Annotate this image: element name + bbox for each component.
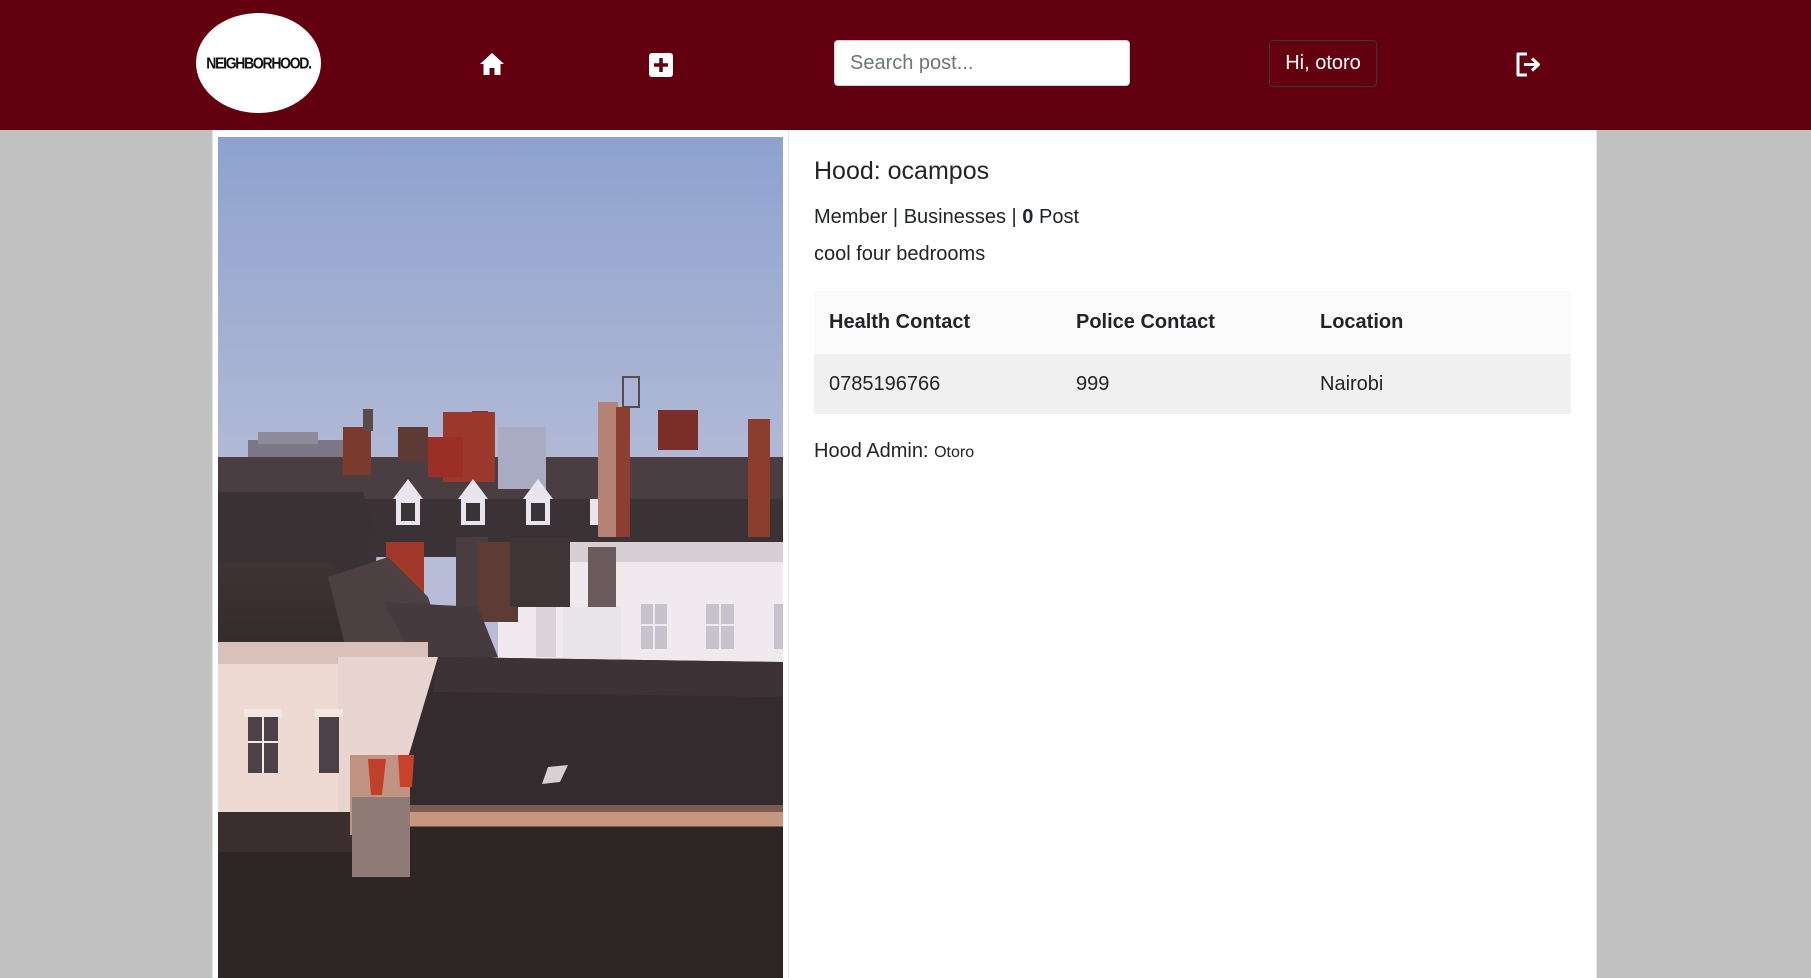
- user-greeting-button[interactable]: Hi, otoro: [1269, 40, 1377, 87]
- hood-description: cool four bedrooms: [814, 243, 986, 265]
- health-contact-cell: 0785196766: [814, 354, 1061, 414]
- hood-stats: Member | Businesses | 0 Post: [814, 202, 1571, 232]
- hood-admin: Hood Admin: Otoro: [814, 436, 1571, 468]
- post-count: 0: [1022, 206, 1034, 228]
- column-header-location: Location: [1305, 291, 1571, 354]
- plus-square-icon[interactable]: [649, 53, 673, 77]
- contacts-table: Health Contact Police Contact Location 0…: [814, 291, 1571, 414]
- location-cell: Nairobi: [1305, 354, 1571, 414]
- separator: |: [892, 206, 899, 228]
- hood-title: Hood: ocampos: [814, 157, 990, 185]
- separator: |: [1011, 206, 1017, 228]
- police-contact-cell: 999: [1061, 354, 1305, 414]
- post-label: Post: [1038, 206, 1080, 228]
- column-header-health: Health Contact: [814, 291, 1061, 354]
- members-label: Member: [814, 206, 888, 228]
- navbar: NEIGHBORHOOD. Hi, otoro: [0, 0, 1811, 130]
- column-divider: [788, 130, 789, 978]
- logo[interactable]: NEIGHBORHOOD.: [196, 13, 321, 113]
- table-row: 0785196766 999 Nairobi: [814, 354, 1571, 414]
- admin-label: Hood Admin:: [814, 440, 929, 462]
- hood-photo: [218, 137, 783, 978]
- column-header-police: Police Contact: [1061, 291, 1305, 354]
- table-header-row: Health Contact Police Contact Location: [814, 291, 1571, 354]
- hood-info: Hood: ocampos Member | Businesses | 0 Po…: [814, 150, 1571, 468]
- businesses-label: Businesses: [903, 206, 1006, 228]
- admin-name: Otoro: [934, 444, 975, 461]
- search-input[interactable]: [834, 40, 1130, 86]
- logout-icon[interactable]: [1515, 51, 1543, 78]
- home-icon[interactable]: [479, 52, 505, 76]
- logo-text: NEIGHBORHOOD.: [206, 53, 312, 73]
